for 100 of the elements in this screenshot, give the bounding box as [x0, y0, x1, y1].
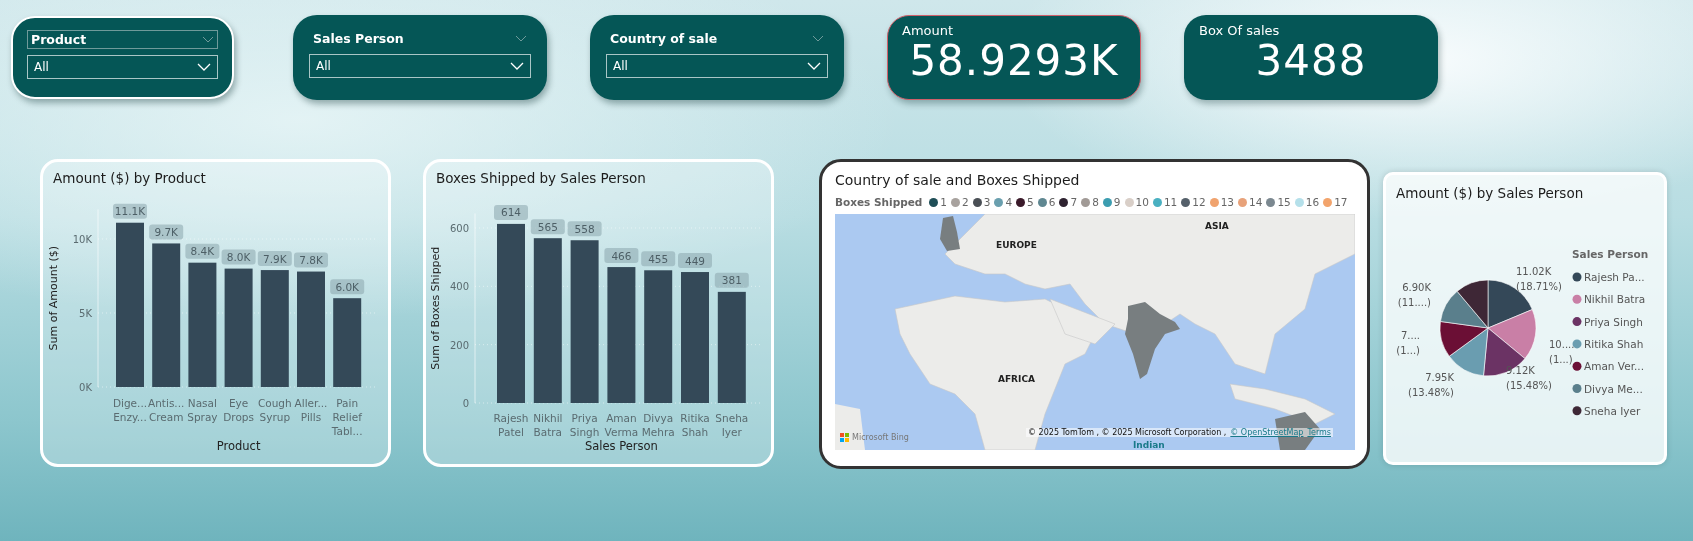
data-label: 565 [537, 220, 558, 233]
legend-label: Aman Ver... [1584, 360, 1645, 373]
data-label: 6.0K [335, 280, 361, 293]
axis-title: Sales Person [584, 438, 658, 453]
attribution-link[interactable]: Terms [1307, 428, 1331, 437]
axis-tick-label: 200 [449, 339, 469, 351]
chart-title: Amount ($) by Product [52, 169, 207, 188]
legend-title: Boxes Shipped [835, 196, 923, 208]
category-label: Sneha Iyer [715, 411, 749, 438]
legend-label: 14 [1249, 196, 1263, 208]
map-region-label: EUROPE [996, 240, 1037, 250]
category-label: Pain Relief Tabl... [331, 396, 363, 437]
axis-tick-label: 10K [72, 233, 92, 245]
map-attribution: © 2025 TomTom , © 2025 Microsoft Corporation , [1028, 428, 1227, 437]
legend-label: 8 [1092, 196, 1099, 208]
slicer-title: Sales Person [313, 31, 404, 46]
data-label: 455 [641, 251, 676, 267]
map-region-label: Indian [1133, 440, 1165, 450]
legend-label: 5 [1027, 196, 1034, 208]
data-label: 449 [678, 252, 712, 268]
data-label: 455 [648, 252, 669, 265]
data-label: 614 [494, 204, 528, 220]
axis-tick-label: 0 [462, 397, 469, 409]
category-label: Rajesh Patel [493, 411, 529, 438]
legend-label: 17 [1334, 196, 1348, 208]
legend-label: 10 [1135, 196, 1149, 208]
data-label: 381 [721, 274, 742, 287]
data-label: 8.4K [185, 243, 220, 259]
legend-label: Ritika Shah [1584, 337, 1644, 350]
legend-label: 11 [1163, 196, 1178, 208]
dropdown-field[interactable]: All [309, 54, 531, 78]
data-label: 466 [604, 247, 639, 263]
dropdown-field[interactable]: All [27, 55, 218, 79]
data-label: 9.7K [154, 225, 180, 238]
slice-label: 6.90K (11....) [1397, 282, 1431, 308]
data-label: 7.8K [299, 253, 324, 266]
data-label: 565 [530, 219, 565, 234]
data-label: 7.9K [257, 250, 292, 266]
legend-title: Sales Person [1572, 248, 1649, 260]
data-label: 449 [684, 254, 706, 267]
category-label: Antis... Cream [148, 396, 185, 423]
data-label: 6.0K [330, 279, 365, 294]
data-label: 558 [567, 221, 602, 236]
category-label: Dige... Enzy... [112, 396, 148, 423]
axis-title: Sum of Amount ($) [47, 245, 60, 351]
data-label: 381 [714, 272, 749, 288]
legend-label: Rajesh Pa... [1584, 271, 1645, 283]
map-region-label: AFRICA [998, 374, 1035, 384]
chevron-icon [197, 63, 211, 71]
data-label: 8.0K [226, 250, 252, 263]
legend-label: 12 [1192, 196, 1206, 208]
legend-label: 15 [1277, 196, 1291, 208]
category-label: Cough Syrup [257, 396, 292, 423]
legend-label: 6 [1048, 196, 1056, 208]
data-label: 466 [611, 249, 632, 262]
chart-title: Country of sale and Boxes Shipped [835, 171, 1081, 188]
category-label: Nasal Spray [187, 396, 218, 423]
axis-tick-label: 5K [79, 307, 92, 319]
legend-label: 13 [1220, 196, 1234, 208]
category-label: Aman Verma [604, 411, 639, 438]
data-label: 9.7K [149, 224, 184, 240]
map-region-label: ASIA [1205, 221, 1229, 231]
data-label: 7.8K [294, 252, 328, 268]
slicer-title: Product [31, 32, 87, 47]
chevron-icon [515, 35, 527, 42]
map-logo-text: Microsoft Bing [852, 433, 909, 442]
kpi-value: 58.9293K [908, 38, 1120, 84]
attribution-link[interactable]: © OpenStreetMap [1230, 428, 1304, 437]
data-label: 8.0K [221, 249, 256, 265]
legend-label: 7 [1070, 196, 1078, 208]
kpi-label: Amount [902, 23, 955, 38]
axis-tick-label: 0K [79, 381, 92, 393]
category-label: Nikhil Batra [533, 411, 563, 438]
category-label: Divya Mehra [641, 411, 675, 438]
kpi-value: 3488 [1254, 38, 1368, 84]
category-label: Aller... Pills [294, 396, 328, 423]
axis-tick-label: 400 [449, 281, 469, 293]
legend-label: 4 [1005, 196, 1013, 208]
chart-title: Amount ($) by Sales Person [1395, 184, 1585, 201]
axis-tick-label: 600 [449, 222, 469, 234]
data-label: 7.9K [263, 252, 288, 265]
slice-label: 7.95K (13.48%) [1408, 372, 1454, 398]
slice-label: 10.... (1...) [1549, 339, 1575, 365]
chevron-icon [510, 62, 524, 70]
chevron-icon [202, 36, 214, 43]
data-label: 11.1K [113, 203, 147, 219]
slice-label: 11.02K (18.71%) [1516, 266, 1562, 292]
legend-label: Nikhil Batra [1584, 293, 1646, 306]
legend-label: Priya Singh [1584, 315, 1643, 328]
axis-title: Sum of Boxes Shipped [429, 246, 442, 370]
legend-label: Sneha Iyer [1584, 404, 1641, 417]
legend-label: 1 [940, 196, 947, 208]
data-label: 614 [500, 206, 522, 219]
legend-label: 16 [1305, 196, 1320, 208]
axis-title: Product [216, 438, 261, 453]
category-label: Eye Drops [223, 396, 254, 423]
dropdown-field[interactable]: All [606, 54, 828, 78]
logo-icon [840, 433, 849, 442]
chevron-icon [807, 62, 821, 70]
kpi-label: Box Of sales [1199, 23, 1281, 38]
